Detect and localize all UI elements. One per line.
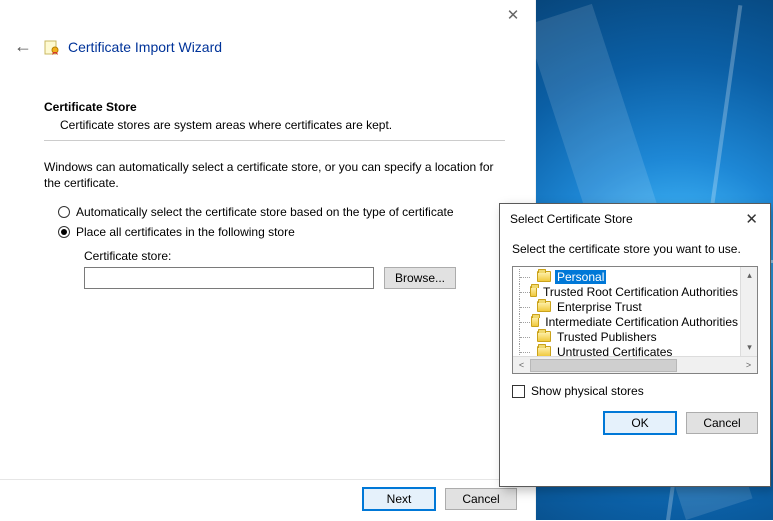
tree-connector: [519, 314, 527, 329]
folder-icon: [537, 331, 551, 342]
folder-icon: [537, 301, 551, 312]
tree-connector: [519, 329, 533, 344]
next-button[interactable]: Next: [363, 488, 435, 510]
radio-label: Place all certificates in the following …: [76, 225, 295, 239]
certificate-import-wizard-window: ✕ ← Certificate Import Wizard Certificat…: [0, 0, 536, 520]
scroll-down-icon[interactable]: ▾: [741, 339, 758, 356]
scroll-left-icon[interactable]: <: [513, 357, 530, 374]
cancel-button[interactable]: Cancel: [686, 412, 758, 434]
tree-item[interactable]: Intermediate Certification Authorities: [519, 314, 740, 329]
footer-divider: [0, 479, 535, 480]
close-icon[interactable]: ✕: [501, 6, 525, 26]
certificate-store-label: Certificate store:: [84, 249, 505, 263]
tree-item[interactable]: Trusted Publishers: [519, 329, 740, 344]
ok-button[interactable]: OK: [604, 412, 676, 434]
certificate-store-tree[interactable]: PersonalTrusted Root Certification Autho…: [512, 266, 758, 374]
horizontal-scrollbar[interactable]: < >: [513, 356, 757, 373]
radio-auto-select[interactable]: Automatically select the certificate sto…: [58, 205, 505, 219]
tree-connector: [519, 344, 533, 356]
browse-button[interactable]: Browse...: [384, 267, 456, 289]
wizard-content: Certificate Store Certificate stores are…: [44, 100, 505, 289]
scrollbar-thumb[interactable]: [530, 359, 677, 372]
tree-connector: [519, 299, 533, 314]
tree-item-label: Enterprise Trust: [555, 300, 644, 314]
tree-item-label: Personal: [555, 270, 606, 284]
tree-connector: [519, 269, 533, 284]
section-subtext: Certificate stores are system areas wher…: [60, 118, 505, 132]
radio-label: Automatically select the certificate sto…: [76, 205, 454, 219]
radio-place-all[interactable]: Place all certificates in the following …: [58, 225, 505, 239]
checkbox-icon: [512, 385, 525, 398]
folder-icon: [537, 271, 551, 282]
tree-item[interactable]: Enterprise Trust: [519, 299, 740, 314]
scroll-up-icon[interactable]: ▴: [741, 267, 758, 284]
scroll-right-icon[interactable]: >: [740, 357, 757, 374]
section-heading: Certificate Store: [44, 100, 505, 114]
select-certificate-store-dialog: Select Certificate Store ✕ Select the ce…: [499, 203, 771, 487]
radio-icon: [58, 206, 70, 218]
tree-item[interactable]: Trusted Root Certification Authorities: [519, 284, 740, 299]
radio-icon: [58, 226, 70, 238]
tree-item-label: Untrusted Certificates: [555, 345, 674, 357]
back-arrow-icon[interactable]: ←: [10, 36, 36, 57]
tree-item[interactable]: Personal: [519, 269, 740, 284]
tree-item[interactable]: Untrusted Certificates: [519, 344, 740, 356]
tree-connector: [519, 284, 526, 299]
folder-icon: [531, 316, 539, 327]
dialog-title: Select Certificate Store: [510, 212, 633, 226]
show-physical-stores-checkbox[interactable]: Show physical stores: [512, 384, 758, 398]
tree-item-label: Trusted Root Certification Authorities: [541, 285, 740, 299]
cancel-button[interactable]: Cancel: [445, 488, 517, 510]
tree-item-label: Intermediate Certification Authorities: [543, 315, 740, 329]
folder-icon: [530, 286, 537, 297]
checkbox-label: Show physical stores: [531, 384, 644, 398]
instruction-text: Windows can automatically select a certi…: [44, 159, 505, 191]
certificate-icon: [44, 39, 60, 55]
divider: [44, 140, 505, 141]
tree-item-label: Trusted Publishers: [555, 330, 659, 344]
certificate-store-input[interactable]: [84, 267, 374, 289]
vertical-scrollbar[interactable]: ▴ ▾: [740, 267, 757, 356]
wizard-title: Certificate Import Wizard: [68, 39, 222, 55]
close-icon[interactable]: ✕: [741, 210, 762, 228]
dialog-instruction: Select the certificate store you want to…: [512, 242, 758, 256]
folder-icon: [537, 346, 551, 356]
